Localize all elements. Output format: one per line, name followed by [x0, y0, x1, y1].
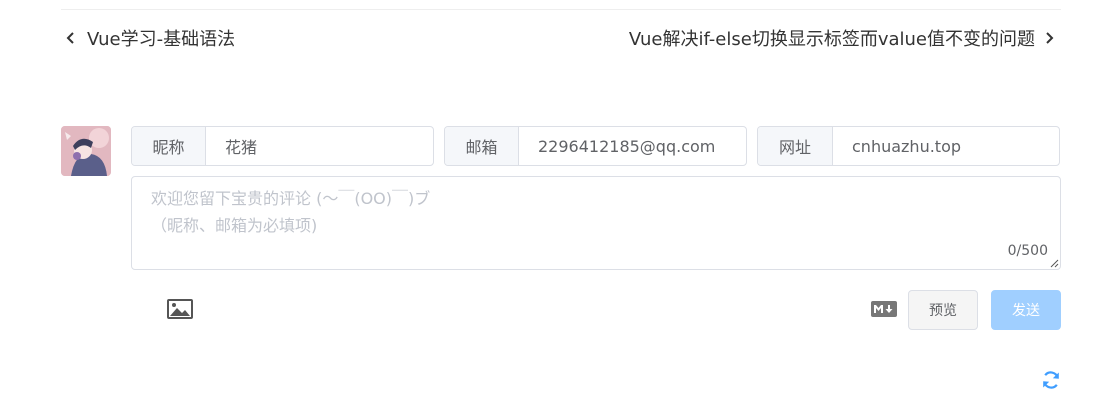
nickname-field[interactable]: 昵称 花猪	[131, 126, 434, 166]
chevron-left-icon	[65, 24, 79, 52]
comment-placeholder: 欢迎您留下宝贵的评论 (～￣(OO)￣)ブ （昵称、邮箱为必填项)	[151, 189, 431, 235]
page: Vue学习-基础语法 Vue解决if-else切换显示标签而value值不变的问…	[0, 0, 1101, 405]
refresh-icon[interactable]	[1041, 370, 1061, 390]
next-post-link[interactable]: Vue解决if-else切换显示标签而value值不变的问题	[629, 24, 1057, 52]
image-icon[interactable]	[167, 299, 193, 319]
resize-handle-icon[interactable]	[1049, 258, 1059, 268]
next-post-title: Vue解决if-else切换显示标签而value值不变的问题	[628, 29, 1035, 50]
comment-textarea[interactable]: 欢迎您留下宝贵的评论 (～￣(OO)￣)ブ （昵称、邮箱为必填项) 0/500	[131, 176, 1061, 270]
avatar	[61, 126, 111, 176]
preview-button[interactable]: 预览	[908, 290, 978, 330]
website-input[interactable]: cnhuazhu.top	[833, 127, 961, 165]
website-label: 网址	[758, 127, 833, 165]
top-divider	[61, 9, 1061, 10]
website-field[interactable]: 网址 cnhuazhu.top	[757, 126, 1060, 166]
email-input[interactable]: 2296412185@qq.com	[519, 127, 715, 165]
prev-post-title: Vue学习-基础语法	[87, 29, 236, 50]
chevron-right-icon	[1043, 24, 1057, 52]
email-label: 邮箱	[445, 127, 519, 165]
post-navigation: Vue学习-基础语法 Vue解决if-else切换显示标签而value值不变的问…	[61, 24, 1061, 52]
nickname-label: 昵称	[132, 127, 206, 165]
nickname-input[interactable]: 花猪	[206, 127, 257, 165]
email-field[interactable]: 邮箱 2296412185@qq.com	[444, 126, 747, 166]
character-counter: 0/500	[1007, 243, 1048, 259]
prev-post-link[interactable]: Vue学习-基础语法	[65, 24, 235, 52]
send-button[interactable]: 发送	[991, 290, 1061, 330]
markdown-icon[interactable]	[871, 301, 897, 317]
